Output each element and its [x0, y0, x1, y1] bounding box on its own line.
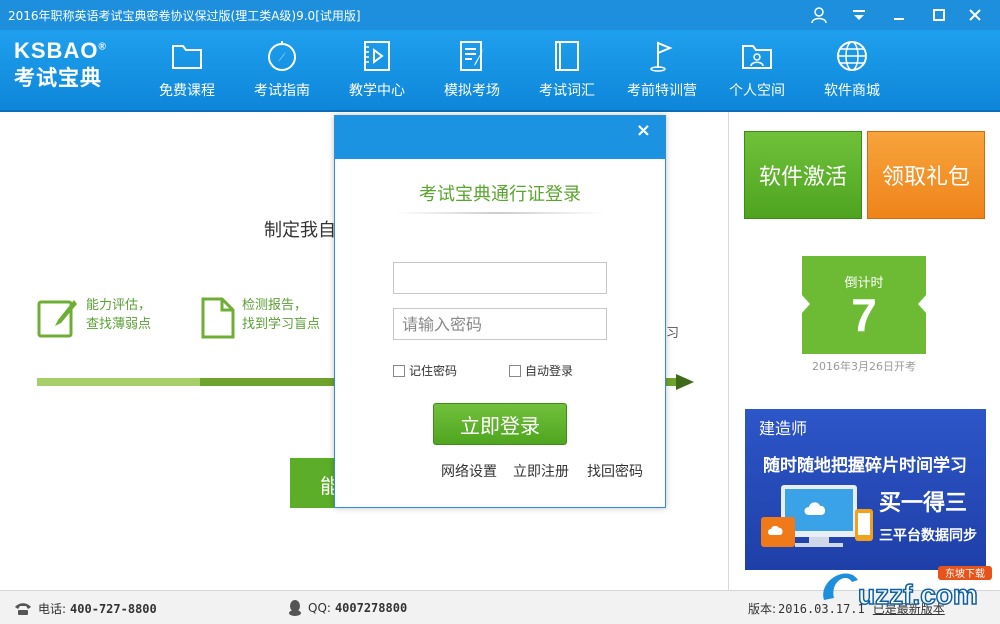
nav-item-exam-guide[interactable]: 考试指南	[237, 38, 327, 106]
video-icon	[364, 41, 390, 71]
dialog-close-icon[interactable]: ×	[636, 120, 651, 141]
checkbox-icon	[509, 364, 521, 377]
compass-icon	[268, 41, 296, 71]
recover-password-link[interactable]: 找回密码	[587, 461, 643, 481]
password-input[interactable]	[393, 308, 607, 340]
edit-icon	[37, 300, 77, 338]
dropdown-menu-icon[interactable]	[846, 3, 872, 27]
login-button[interactable]: 立即登录	[433, 403, 567, 445]
flag-icon	[650, 41, 673, 72]
checkbox-icon	[393, 364, 405, 377]
countdown-days: 7	[851, 289, 877, 341]
progress-arrow-icon	[676, 374, 694, 390]
ksbao-logo: KSBAO® 考试宝典	[14, 38, 107, 90]
exam-date: 2016年3月26日开考	[812, 360, 916, 373]
study-plan-title: 制定我自	[264, 220, 336, 241]
phone-info: 电话: 400-727-8800	[14, 600, 157, 617]
network-settings-link[interactable]: 网络设置	[441, 461, 497, 481]
nav-item-free-courses[interactable]: 免费课程	[142, 38, 232, 106]
feature-ability-assessment[interactable]: 能力评估， 查找薄弱点	[36, 296, 151, 340]
feature-text-partial: 习	[666, 326, 680, 341]
nav-item-teaching-center[interactable]: 教学中心	[332, 38, 422, 106]
folder-icon	[172, 45, 202, 69]
activate-software-button[interactable]: 软件激活	[744, 131, 862, 219]
qq-info: QQ: 4007278800	[288, 600, 407, 616]
title-bar: 2016年职称英语考试宝典密卷协议保过版(理工类A级)9.0[试用版]	[0, 0, 1000, 30]
login-title: 考试宝典通行证登录	[419, 184, 581, 205]
main-nav: KSBAO® 考试宝典 免费课程 考试指南 教学中心 模拟考场 考试词汇 考前特…	[0, 30, 1000, 112]
nav-item-software-store[interactable]: 软件商城	[807, 38, 897, 106]
close-icon[interactable]	[962, 3, 988, 27]
feature-test-report[interactable]: 检测报告， 找到学习盲点	[200, 296, 320, 340]
nav-item-training-camp[interactable]: 考前特训营	[617, 38, 707, 106]
window-title: 2016年职称英语考试宝典密卷协议保过版(理工类A级)9.0[试用版]	[8, 9, 361, 23]
claim-gift-button[interactable]: 领取礼包	[867, 131, 985, 219]
dialog-header: ×	[335, 116, 665, 159]
svg-text:uzzf.com: uzzf.com	[858, 579, 978, 610]
countdown-badge: 倒计时 7	[801, 256, 927, 354]
document-icon	[201, 297, 235, 339]
login-dialog: × 考试宝典通行证登录 记住密码 自动登录 立即登录 网络设置 立即注册 找回密…	[334, 115, 666, 508]
svg-text:东坡下载: 东坡下载	[945, 567, 985, 580]
exam-paper-icon	[460, 41, 484, 71]
nav-item-mock-exam[interactable]: 模拟考场	[427, 38, 517, 106]
nav-item-vocabulary[interactable]: 考试词汇	[522, 38, 612, 106]
nav-item-personal-space[interactable]: 个人空间	[712, 38, 802, 106]
qq-penguin-icon	[289, 600, 301, 616]
remember-password-checkbox[interactable]: 记住密码	[393, 362, 457, 379]
user-icon[interactable]	[806, 3, 832, 27]
title-underline	[395, 212, 605, 214]
book-icon	[555, 41, 579, 71]
phone-icon	[15, 602, 31, 615]
uzzf-watermark: uzzf.com 东坡下载	[818, 560, 994, 618]
panel-divider	[728, 112, 729, 590]
devices-illustration	[761, 485, 873, 547]
register-link[interactable]: 立即注册	[513, 461, 569, 481]
promo-banner[interactable]: 建造师 随时随地把握碎片时间学习 买一得三 三平台数据同步	[745, 409, 986, 570]
minimize-icon[interactable]	[886, 3, 912, 27]
auto-login-checkbox[interactable]: 自动登录	[509, 362, 573, 379]
user-folder-icon	[742, 45, 772, 69]
maximize-icon[interactable]	[926, 3, 952, 27]
username-input[interactable]	[393, 262, 607, 294]
globe-icon	[837, 41, 867, 71]
